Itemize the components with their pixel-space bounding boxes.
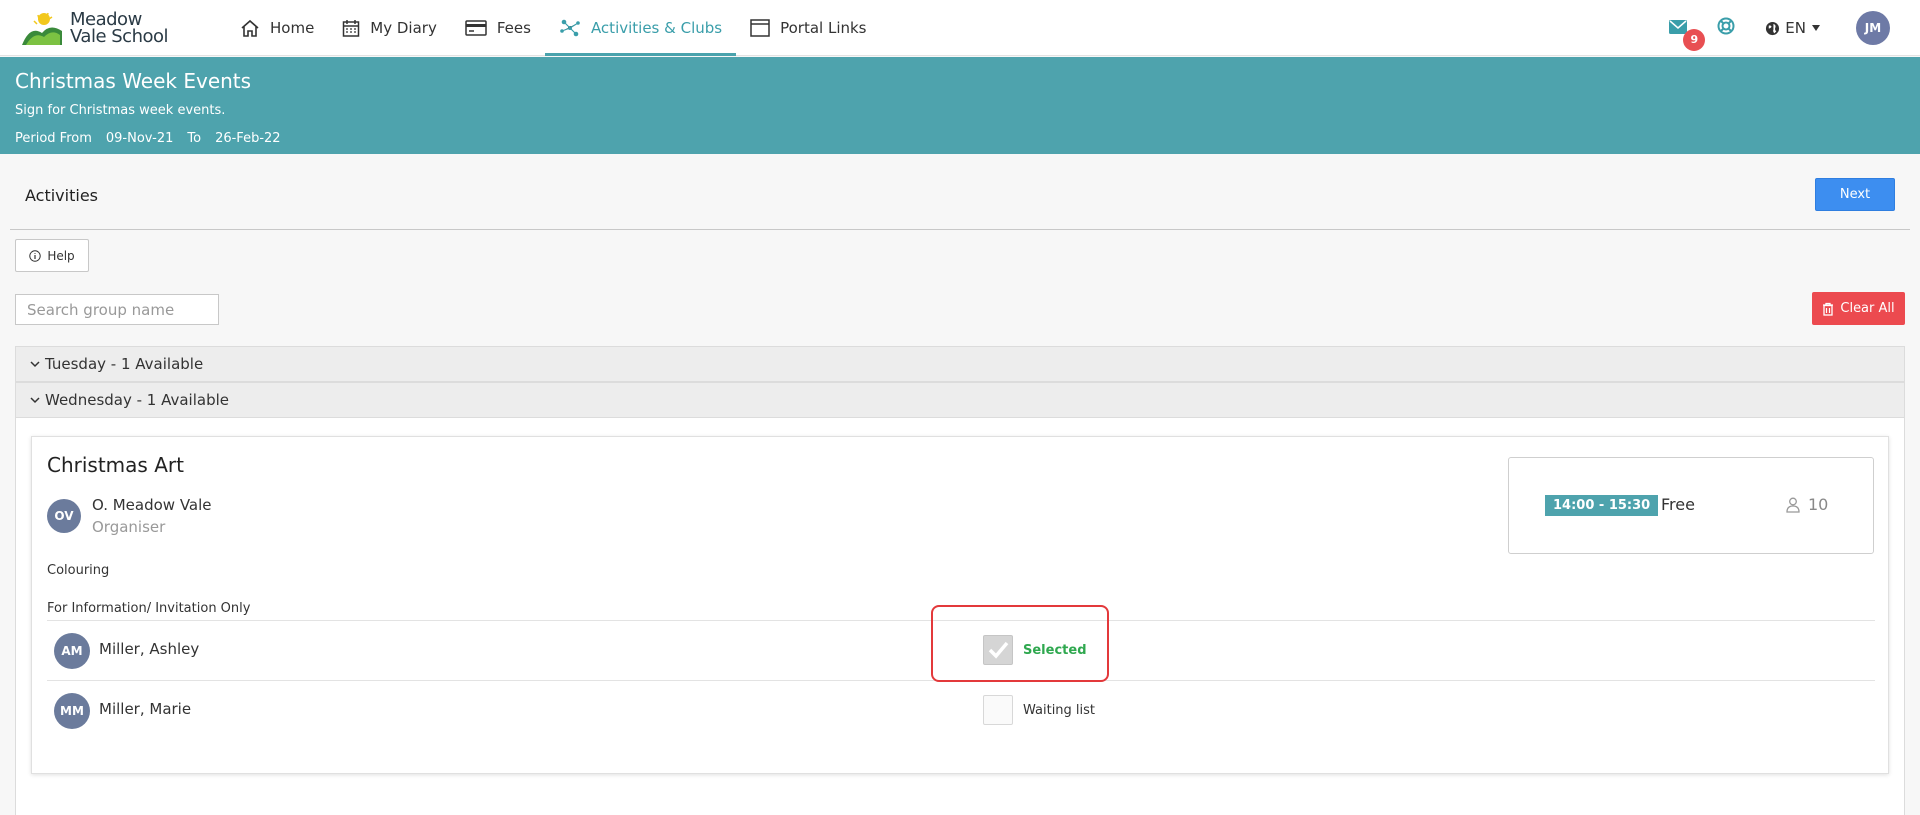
lifebuoy-icon <box>1717 17 1735 35</box>
top-navigation: Meadow Vale School Home My Diary Fees Ac… <box>0 0 1920 56</box>
mail-button[interactable]: 9 <box>1669 19 1706 51</box>
activity-info-box: 14:00 - 15:30 Free 10 <box>1508 457 1874 554</box>
period-range: Period From 09-Nov-21 To 26-Feb-22 <box>15 131 281 146</box>
section-divider <box>10 229 1910 230</box>
activity-note: For Information/ Invitation Only <box>47 601 251 616</box>
activity-capacity: 10 <box>1786 495 1828 514</box>
group-header-tuesday[interactable]: Tuesday - 1 Available <box>15 346 1905 382</box>
home-icon <box>241 19 259 37</box>
capacity-count: 10 <box>1808 495 1829 514</box>
credit-card-icon <box>465 20 487 36</box>
nav-my-diary-label: My Diary <box>370 19 437 37</box>
select-checkbox[interactable] <box>983 695 1013 725</box>
nav-right-tools: 9 EN JM <box>1669 0 1890 56</box>
activity-price: Free <box>1661 495 1695 514</box>
child-name: Miller, Marie <box>99 700 192 718</box>
nav-fees-label: Fees <box>496 19 531 37</box>
language-selector[interactable]: EN <box>1765 19 1820 37</box>
logo-icon <box>22 12 62 45</box>
child-name: Miller, Ashley <box>99 640 200 658</box>
main-nav: Home My Diary Fees Activities & Clubs Po… <box>226 0 881 56</box>
nav-home-label: Home <box>270 19 315 37</box>
section-title: Activities <box>25 186 98 205</box>
period-to-label: To <box>187 131 202 146</box>
nav-activities-clubs[interactable]: Activities & Clubs <box>544 0 737 56</box>
page-banner: Christmas Week Events Sign for Christmas… <box>0 57 1920 154</box>
language-label: EN <box>1785 19 1806 37</box>
next-button[interactable]: Next <box>1815 178 1895 211</box>
organiser-role: Organiser <box>92 518 166 536</box>
school-name: Meadow Vale School <box>70 11 169 47</box>
clear-all-label: Clear All <box>1840 301 1895 316</box>
chevron-down-icon <box>30 361 40 368</box>
nav-my-diary[interactable]: My Diary <box>328 0 451 56</box>
mail-count-badge: 9 <box>1683 28 1706 51</box>
activity-title: Christmas Art <box>47 453 184 477</box>
page-subtitle: Sign for Christmas week events. <box>15 103 226 118</box>
window-icon <box>750 19 770 37</box>
envelope-icon <box>1669 19 1688 34</box>
activity-description: Colouring <box>47 563 110 578</box>
group-label: Tuesday - 1 Available <box>45 355 204 373</box>
period-to-date: 26-Feb-22 <box>215 131 281 146</box>
period-from-date: 09-Nov-21 <box>105 131 174 146</box>
trash-icon <box>1823 302 1834 316</box>
nav-portal-links-label: Portal Links <box>780 19 867 37</box>
calendar-icon <box>343 20 360 37</box>
school-name-line2: Vale School <box>70 26 169 47</box>
network-icon <box>560 19 580 37</box>
school-logo[interactable]: Meadow Vale School <box>20 6 169 50</box>
child-avatar: MM <box>54 693 90 729</box>
nav-fees[interactable]: Fees <box>451 0 545 56</box>
help-button[interactable]: Help <box>15 239 89 272</box>
nav-home[interactable]: Home <box>226 0 328 56</box>
clear-all-button[interactable]: Clear All <box>1812 292 1905 325</box>
group-header-wednesday[interactable]: Wednesday - 1 Available <box>15 382 1905 418</box>
user-avatar[interactable]: JM <box>1856 11 1890 45</box>
time-badge: 14:00 - 15:30 <box>1545 495 1659 516</box>
globe-icon <box>1766 21 1780 35</box>
selection-status: Waiting list <box>1023 703 1096 718</box>
chevron-down-icon <box>1812 25 1820 31</box>
chevron-down-icon <box>30 397 40 404</box>
organiser-avatar: OV <box>47 499 81 533</box>
period-from-label: Period From <box>15 131 92 146</box>
child-row: MM Miller, Marie Waiting list <box>47 681 1875 741</box>
nav-activities-clubs-label: Activities & Clubs <box>590 19 723 37</box>
child-avatar: AM <box>54 633 90 669</box>
selection-highlight <box>931 605 1109 682</box>
group-label: Wednesday - 1 Available <box>45 391 229 409</box>
page-title: Christmas Week Events <box>15 69 252 93</box>
organiser-name: O. Meadow Vale <box>92 496 212 514</box>
info-icon <box>29 249 42 262</box>
person-icon <box>1786 497 1800 513</box>
search-group-input[interactable] <box>15 294 219 325</box>
help-label: Help <box>47 248 75 263</box>
nav-portal-links[interactable]: Portal Links <box>736 0 880 56</box>
support-button[interactable] <box>1717 17 1735 39</box>
